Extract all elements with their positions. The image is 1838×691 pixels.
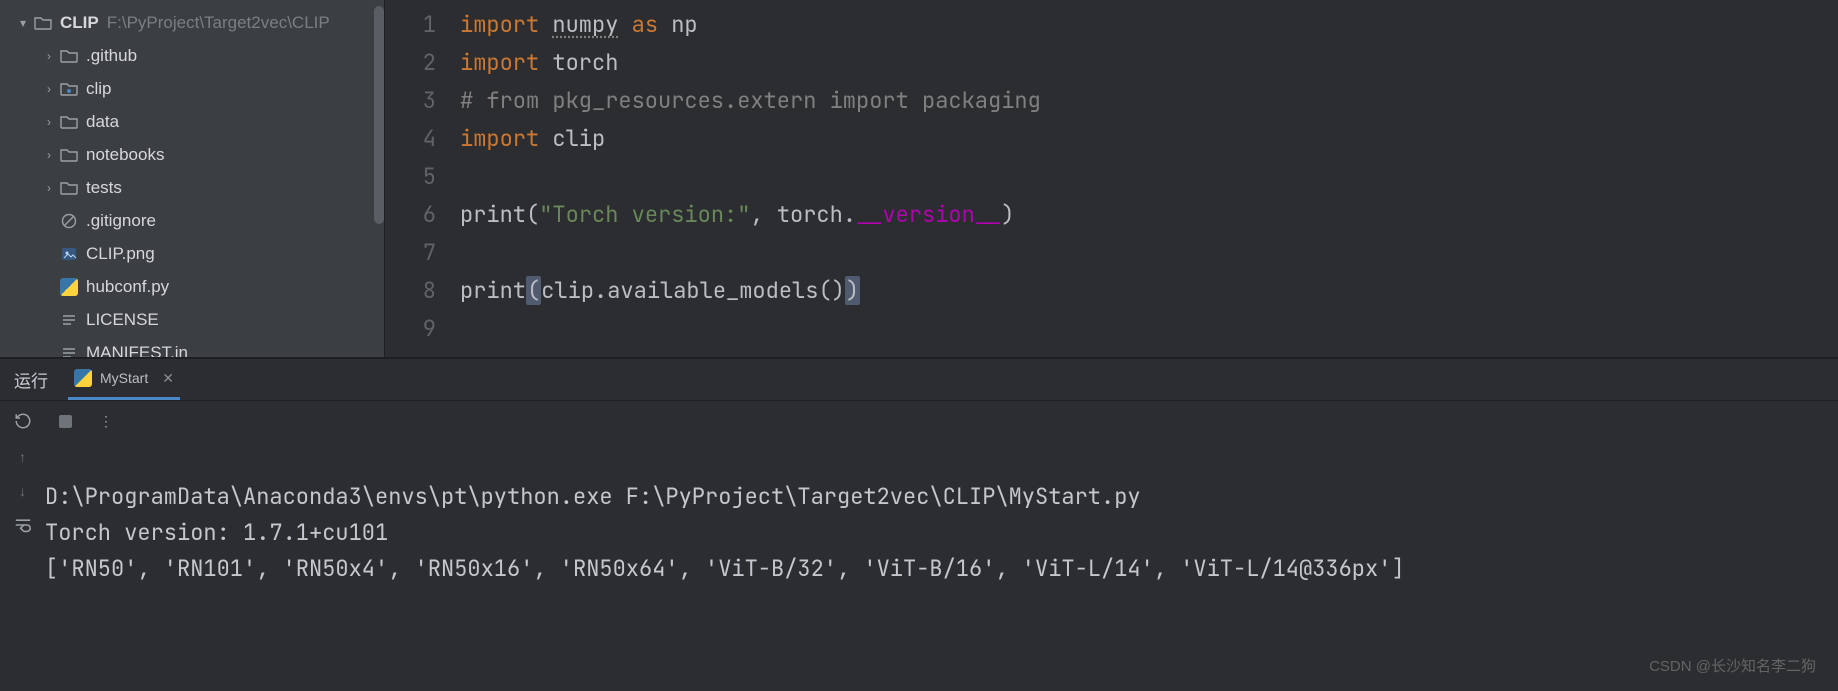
soft-wrap-icon[interactable]: [13, 517, 33, 533]
tree-item[interactable]: LICENSE: [0, 303, 384, 336]
more-icon[interactable]: ⋮: [99, 413, 113, 430]
text-icon: [58, 345, 80, 358]
run-console[interactable]: D:\ProgramData\Anaconda3\envs\pt\python.…: [45, 441, 1838, 691]
tree-item[interactable]: CLIP.png: [0, 237, 384, 270]
run-side-controls: ↑ ↓: [0, 441, 45, 691]
run-panel-label: 运行: [14, 367, 48, 392]
line-gutter: 123456789: [385, 0, 460, 357]
run-tab-name: MyStart: [100, 370, 148, 386]
chevron-right-icon: ›: [40, 49, 58, 63]
tree-item-label: hubconf.py: [86, 277, 169, 297]
run-tab-active[interactable]: MyStart ✕: [68, 359, 180, 400]
tree-item[interactable]: › notebooks: [0, 138, 384, 171]
text-icon: [58, 312, 80, 328]
console-line: ['RN50', 'RN101', 'RN50x4', 'RN50x16', '…: [45, 554, 1405, 583]
tree-item-label: notebooks: [86, 145, 164, 165]
tree-item-label: .github: [86, 46, 137, 66]
ignore-icon: [58, 213, 80, 229]
chevron-right-icon: ›: [40, 148, 58, 162]
folder-icon: [58, 114, 80, 129]
tree-item[interactable]: › tests: [0, 171, 384, 204]
tree-item[interactable]: MANIFEST.in: [0, 336, 384, 357]
rerun-icon[interactable]: [14, 412, 32, 430]
tree-item-label: LICENSE: [86, 310, 159, 330]
folder-icon: [58, 147, 80, 162]
down-icon[interactable]: ↓: [19, 483, 26, 499]
close-icon[interactable]: ✕: [162, 370, 174, 387]
console-line: Torch version: 1.7.1+cu101: [45, 518, 388, 547]
folder-icon: [58, 180, 80, 195]
tree-item[interactable]: .gitignore: [0, 204, 384, 237]
folder-icon: [58, 48, 80, 63]
image-icon: [58, 246, 80, 262]
tree-item[interactable]: hubconf.py: [0, 270, 384, 303]
tree-item[interactable]: › data: [0, 105, 384, 138]
console-line: D:\ProgramData\Anaconda3\envs\pt\python.…: [45, 482, 1141, 511]
run-tab-bar: 运行 MyStart ✕: [0, 359, 1838, 401]
pkg-icon: [58, 81, 80, 96]
python-icon: [58, 278, 80, 296]
code-body[interactable]: import numpy as np import torch # from p…: [460, 0, 1838, 357]
tree-item-label: MANIFEST.in: [86, 343, 188, 358]
tree-item-label: .gitignore: [86, 211, 156, 231]
stop-icon[interactable]: [58, 414, 73, 429]
python-icon: [74, 369, 92, 387]
chevron-right-icon: ›: [40, 115, 58, 129]
up-icon[interactable]: ↑: [19, 449, 26, 465]
scrollbar-thumb[interactable]: [374, 6, 384, 224]
project-tree[interactable]: ▾ CLIP F:\PyProject\Target2vec\CLIP › .gi…: [0, 0, 385, 357]
project-root-name: CLIP: [60, 13, 99, 33]
tree-item[interactable]: › .github: [0, 39, 384, 72]
chevron-right-icon: ›: [40, 82, 58, 96]
tree-item-label: tests: [86, 178, 122, 198]
run-panel: 运行 MyStart ✕ ⋮ ↑ ↓ D:\ProgramData\Anacon…: [0, 357, 1838, 691]
tree-root[interactable]: ▾ CLIP F:\PyProject\Target2vec\CLIP: [0, 6, 384, 39]
folder-icon: [32, 15, 54, 30]
chevron-right-icon: ›: [40, 181, 58, 195]
tree-item-label: clip: [86, 79, 112, 99]
tree-item-label: CLIP.png: [86, 244, 155, 264]
tree-item-label: data: [86, 112, 119, 132]
chevron-down-icon: ▾: [14, 16, 32, 30]
run-controls: ⋮: [0, 401, 1838, 441]
tree-item[interactable]: › clip: [0, 72, 384, 105]
code-editor[interactable]: 123456789 import numpy as np import torc…: [385, 0, 1838, 357]
project-root-path: F:\PyProject\Target2vec\CLIP: [107, 13, 330, 33]
watermark-text: CSDN @长沙知名李二狗: [1649, 649, 1816, 685]
